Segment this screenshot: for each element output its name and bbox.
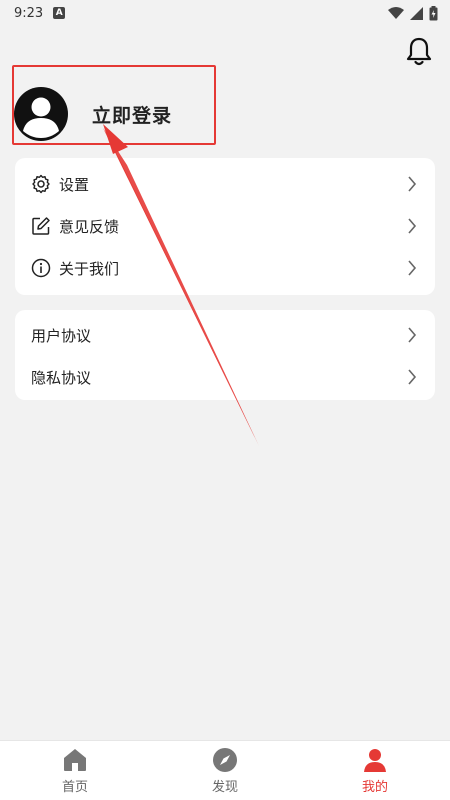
edit-icon [31,216,51,236]
info-icon [31,258,51,278]
chevron-right-icon [408,327,417,343]
menu-card-primary: 设置 意见反馈 关于我们 [15,158,435,295]
status-left: 9:23 A [14,5,66,21]
menu-item-settings[interactable]: 设置 [15,163,435,205]
menu-item-label: 隐私协议 [31,368,92,387]
user-icon [364,748,386,772]
login-label[interactable]: 立即登录 [92,101,172,128]
chevron-right-icon [408,218,417,234]
menu-item-feedback[interactable]: 意见反馈 [15,205,435,247]
wifi-icon [388,7,404,19]
tab-discover[interactable]: 发现 [150,741,300,800]
menu-item-label: 设置 [59,175,90,194]
bottom-tab-bar: 首页 发现 我的 [0,740,450,800]
menu-item-label: 意见反馈 [59,217,120,236]
signal-icon [410,6,423,20]
tab-mine[interactable]: 我的 [300,741,450,800]
chevron-right-icon [408,369,417,385]
bell-icon[interactable] [405,36,433,68]
menu-card-agreements: 用户协议 隐私协议 [15,310,435,400]
chevron-right-icon [408,260,417,276]
compass-icon [213,747,237,772]
menu-item-privacy-agreement[interactable]: 隐私协议 [15,356,435,398]
notification-icon: A [53,7,66,19]
home-icon [64,748,86,771]
tab-label: 发现 [211,779,238,795]
chevron-right-icon [408,176,417,192]
menu-item-label: 关于我们 [59,259,120,278]
tab-label: 我的 [361,779,388,795]
status-bar: 9:23 A [0,0,450,26]
avatar-icon [14,87,68,141]
login-area[interactable]: 立即登录 [14,84,172,144]
menu-item-label: 用户协议 [31,326,92,345]
status-right [388,5,438,21]
status-time: 9:23 [14,5,44,21]
gear-icon [31,174,51,194]
tab-home[interactable]: 首页 [0,741,150,800]
tab-label: 首页 [61,779,88,795]
menu-item-about[interactable]: 关于我们 [15,247,435,289]
battery-icon [429,5,438,20]
menu-item-user-agreement[interactable]: 用户协议 [15,314,435,356]
